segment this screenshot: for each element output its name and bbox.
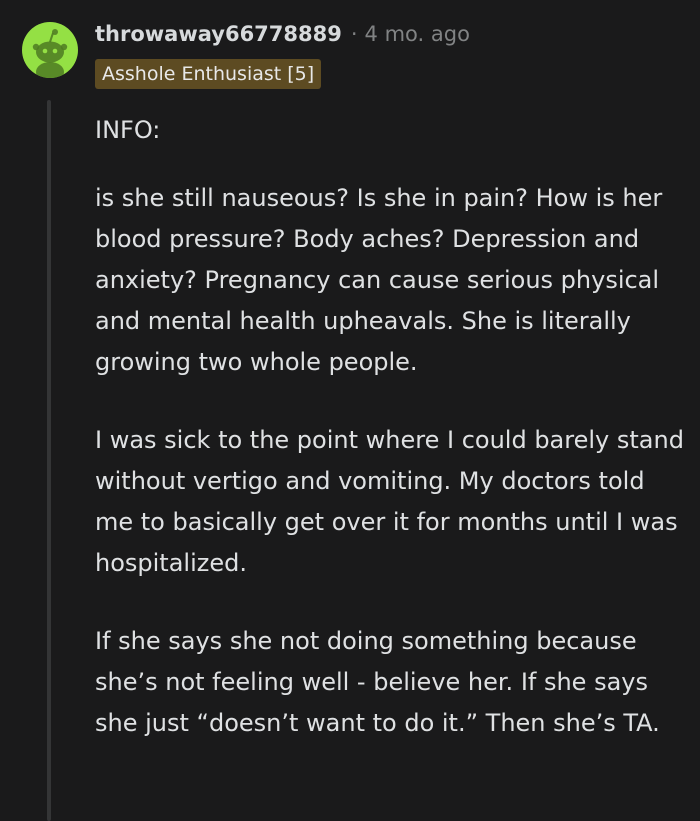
comment-paragraph: I was sick to the point where I could ba…	[95, 426, 684, 577]
meta-separator: ·	[350, 22, 358, 46]
user-avatar[interactable]	[22, 22, 78, 78]
comment-header: throwaway66778889 · 4 mo. ago	[95, 16, 470, 52]
comment-age[interactable]: 4 mo. ago	[365, 22, 470, 46]
username-link[interactable]: throwaway66778889	[95, 22, 342, 46]
comment-body: INFO: is she still nauseous? Is she in p…	[95, 110, 685, 781]
thread-collapse-line[interactable]	[47, 100, 51, 821]
comment: throwaway66778889 · 4 mo. ago Asshole En…	[0, 0, 700, 821]
snoo-avatar-icon	[32, 29, 68, 78]
user-flair: Asshole Enthusiast [5]	[95, 59, 322, 89]
comment-paragraph: INFO:	[95, 116, 161, 144]
comment-paragraph: If she says she not doing something beca…	[95, 627, 660, 737]
comment-paragraph: is she still nauseous? Is she in pain? H…	[95, 184, 663, 376]
